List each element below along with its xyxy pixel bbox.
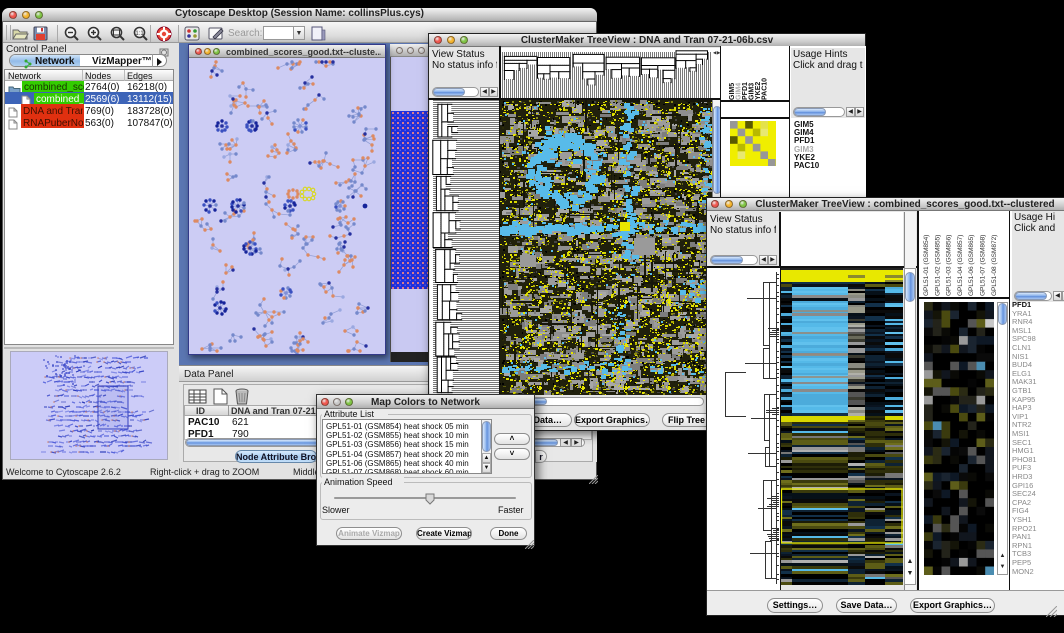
svg-text:1:1: 1:1: [135, 31, 144, 37]
svg-text:PAC10: PAC10: [762, 78, 769, 100]
